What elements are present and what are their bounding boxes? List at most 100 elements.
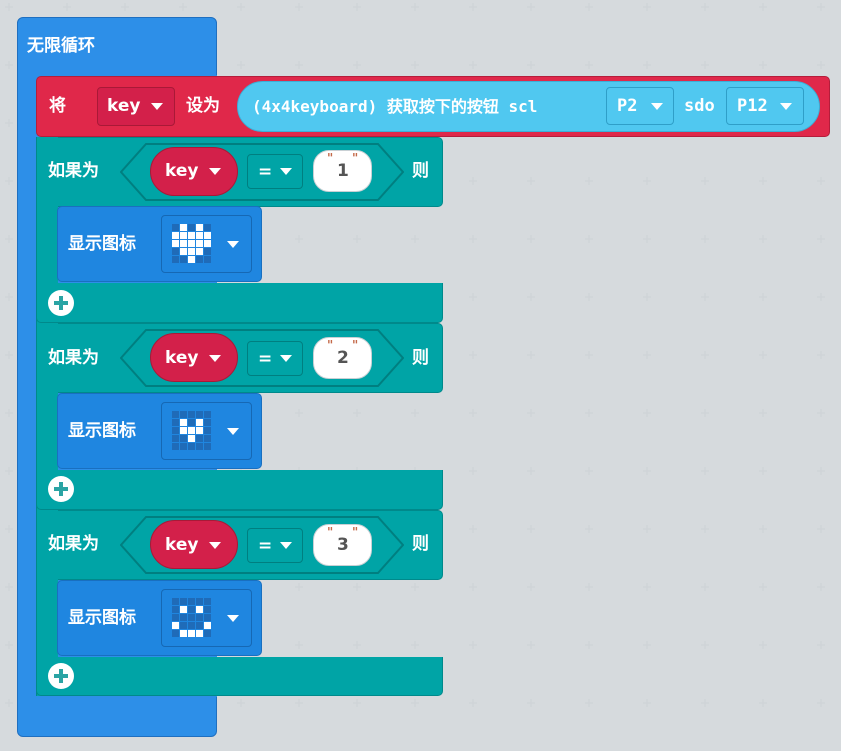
grid-plus-mark xyxy=(527,351,535,359)
add-else-plus-icon[interactable] xyxy=(48,476,74,502)
icon-chevron-down-icon[interactable] xyxy=(227,615,239,622)
led-cell xyxy=(196,419,203,426)
led-cell xyxy=(196,232,203,239)
led-cell xyxy=(180,598,187,605)
grid-plus-mark xyxy=(701,61,709,69)
led-cell xyxy=(172,614,179,621)
string-value[interactable]: 1 xyxy=(337,161,349,181)
grid-plus-mark xyxy=(759,293,767,301)
grid-plus-mark xyxy=(759,641,767,649)
grid-plus-mark xyxy=(643,177,651,185)
led-cell xyxy=(204,240,211,247)
grid-plus-mark xyxy=(411,235,419,243)
grid-plus-mark xyxy=(469,467,477,475)
grid-plus-mark xyxy=(817,699,825,707)
string-value[interactable]: 3 xyxy=(337,535,349,555)
add-else-plus-icon[interactable] xyxy=(48,290,74,316)
led-cell xyxy=(172,443,179,450)
led-cell xyxy=(180,248,187,255)
led-cell xyxy=(204,614,211,621)
grid-plus-mark xyxy=(701,3,709,11)
operator-chevron-down-icon[interactable] xyxy=(280,355,292,362)
led-cell xyxy=(196,622,203,629)
if-label: 如果为 xyxy=(48,534,99,554)
led-cell xyxy=(196,630,203,637)
led-cell xyxy=(196,606,203,613)
grid-plus-mark xyxy=(759,61,767,69)
led-cell xyxy=(180,256,187,263)
string-value[interactable]: 2 xyxy=(337,348,349,368)
led-cell xyxy=(204,598,211,605)
grid-plus-mark xyxy=(411,699,419,707)
quote-close: " xyxy=(352,151,359,165)
grid-plus-mark xyxy=(643,3,651,11)
led-cell xyxy=(188,622,195,629)
operator-dropdown[interactable] xyxy=(247,341,303,376)
grid-plus-mark xyxy=(411,3,419,11)
operator-chevron-down-icon[interactable] xyxy=(280,168,292,175)
led-cell xyxy=(180,419,187,426)
sdo-pin-value: P12 xyxy=(737,96,768,116)
show-icon-label: 显示图标 xyxy=(68,608,136,628)
compare-variable-chevron-down-icon[interactable] xyxy=(209,168,221,175)
then-label: 则 xyxy=(412,161,429,181)
grid-plus-mark xyxy=(527,525,535,533)
grid-plus-mark xyxy=(817,467,825,475)
grid-plus-mark xyxy=(701,177,709,185)
forever-loop-label: 无限循环 xyxy=(27,36,95,56)
if-label: 如果为 xyxy=(48,161,99,181)
compare-variable-chevron-down-icon[interactable] xyxy=(209,355,221,362)
grid-plus-mark xyxy=(295,699,303,707)
grid-plus-mark xyxy=(643,293,651,301)
compare-variable-chevron-down-icon[interactable] xyxy=(209,542,221,549)
operator-dropdown[interactable] xyxy=(247,154,303,189)
led-cell xyxy=(172,240,179,247)
grid-plus-mark xyxy=(237,3,245,11)
led-cell xyxy=(204,435,211,442)
then-label: 则 xyxy=(412,534,429,554)
grid-plus-mark xyxy=(295,583,303,591)
scl-chevron-down-icon[interactable] xyxy=(651,103,663,110)
set-to-label: 设为 xyxy=(186,96,220,116)
grid-plus-mark xyxy=(121,3,129,11)
grid-plus-mark xyxy=(585,641,593,649)
led-cell xyxy=(172,411,179,418)
led-cell xyxy=(204,232,211,239)
grid-plus-mark xyxy=(817,641,825,649)
if-block-footer xyxy=(36,470,443,510)
grid-plus-mark xyxy=(585,235,593,243)
grid-plus-mark xyxy=(643,351,651,359)
led-cell xyxy=(180,232,187,239)
led-cell xyxy=(196,435,203,442)
if-block-footer xyxy=(36,657,443,696)
led-cell xyxy=(188,443,195,450)
icon-chevron-down-icon[interactable] xyxy=(227,428,239,435)
grid-plus-mark xyxy=(759,699,767,707)
led-cell xyxy=(204,606,211,613)
operator-chevron-down-icon[interactable] xyxy=(280,542,292,549)
led-cell xyxy=(196,240,203,247)
grid-plus-mark xyxy=(759,235,767,243)
grid-plus-mark xyxy=(469,61,477,69)
icon-chevron-down-icon[interactable] xyxy=(227,241,239,248)
grid-plus-mark xyxy=(237,699,245,707)
compare-variable-name: key xyxy=(165,348,199,368)
add-else-plus-icon[interactable] xyxy=(48,663,74,689)
sdo-chevron-down-icon[interactable] xyxy=(780,103,792,110)
grid-plus-mark xyxy=(469,3,477,11)
keyboard-call-label: (4x4keyboard) 获取按下的按钮 scl xyxy=(252,97,538,116)
grid-plus-mark xyxy=(5,235,13,243)
then-label: 则 xyxy=(412,348,429,368)
led-cell xyxy=(172,435,179,442)
icon-preview xyxy=(172,411,211,450)
led-cell xyxy=(188,606,195,613)
grid-plus-mark xyxy=(411,583,419,591)
led-cell xyxy=(204,248,211,255)
set-variable-chevron-down-icon[interactable] xyxy=(151,103,163,110)
grid-plus-mark xyxy=(63,3,71,11)
led-cell xyxy=(188,256,195,263)
operator-dropdown[interactable] xyxy=(247,528,303,563)
led-cell xyxy=(172,248,179,255)
led-cell xyxy=(204,224,211,231)
grid-plus-mark xyxy=(585,3,593,11)
